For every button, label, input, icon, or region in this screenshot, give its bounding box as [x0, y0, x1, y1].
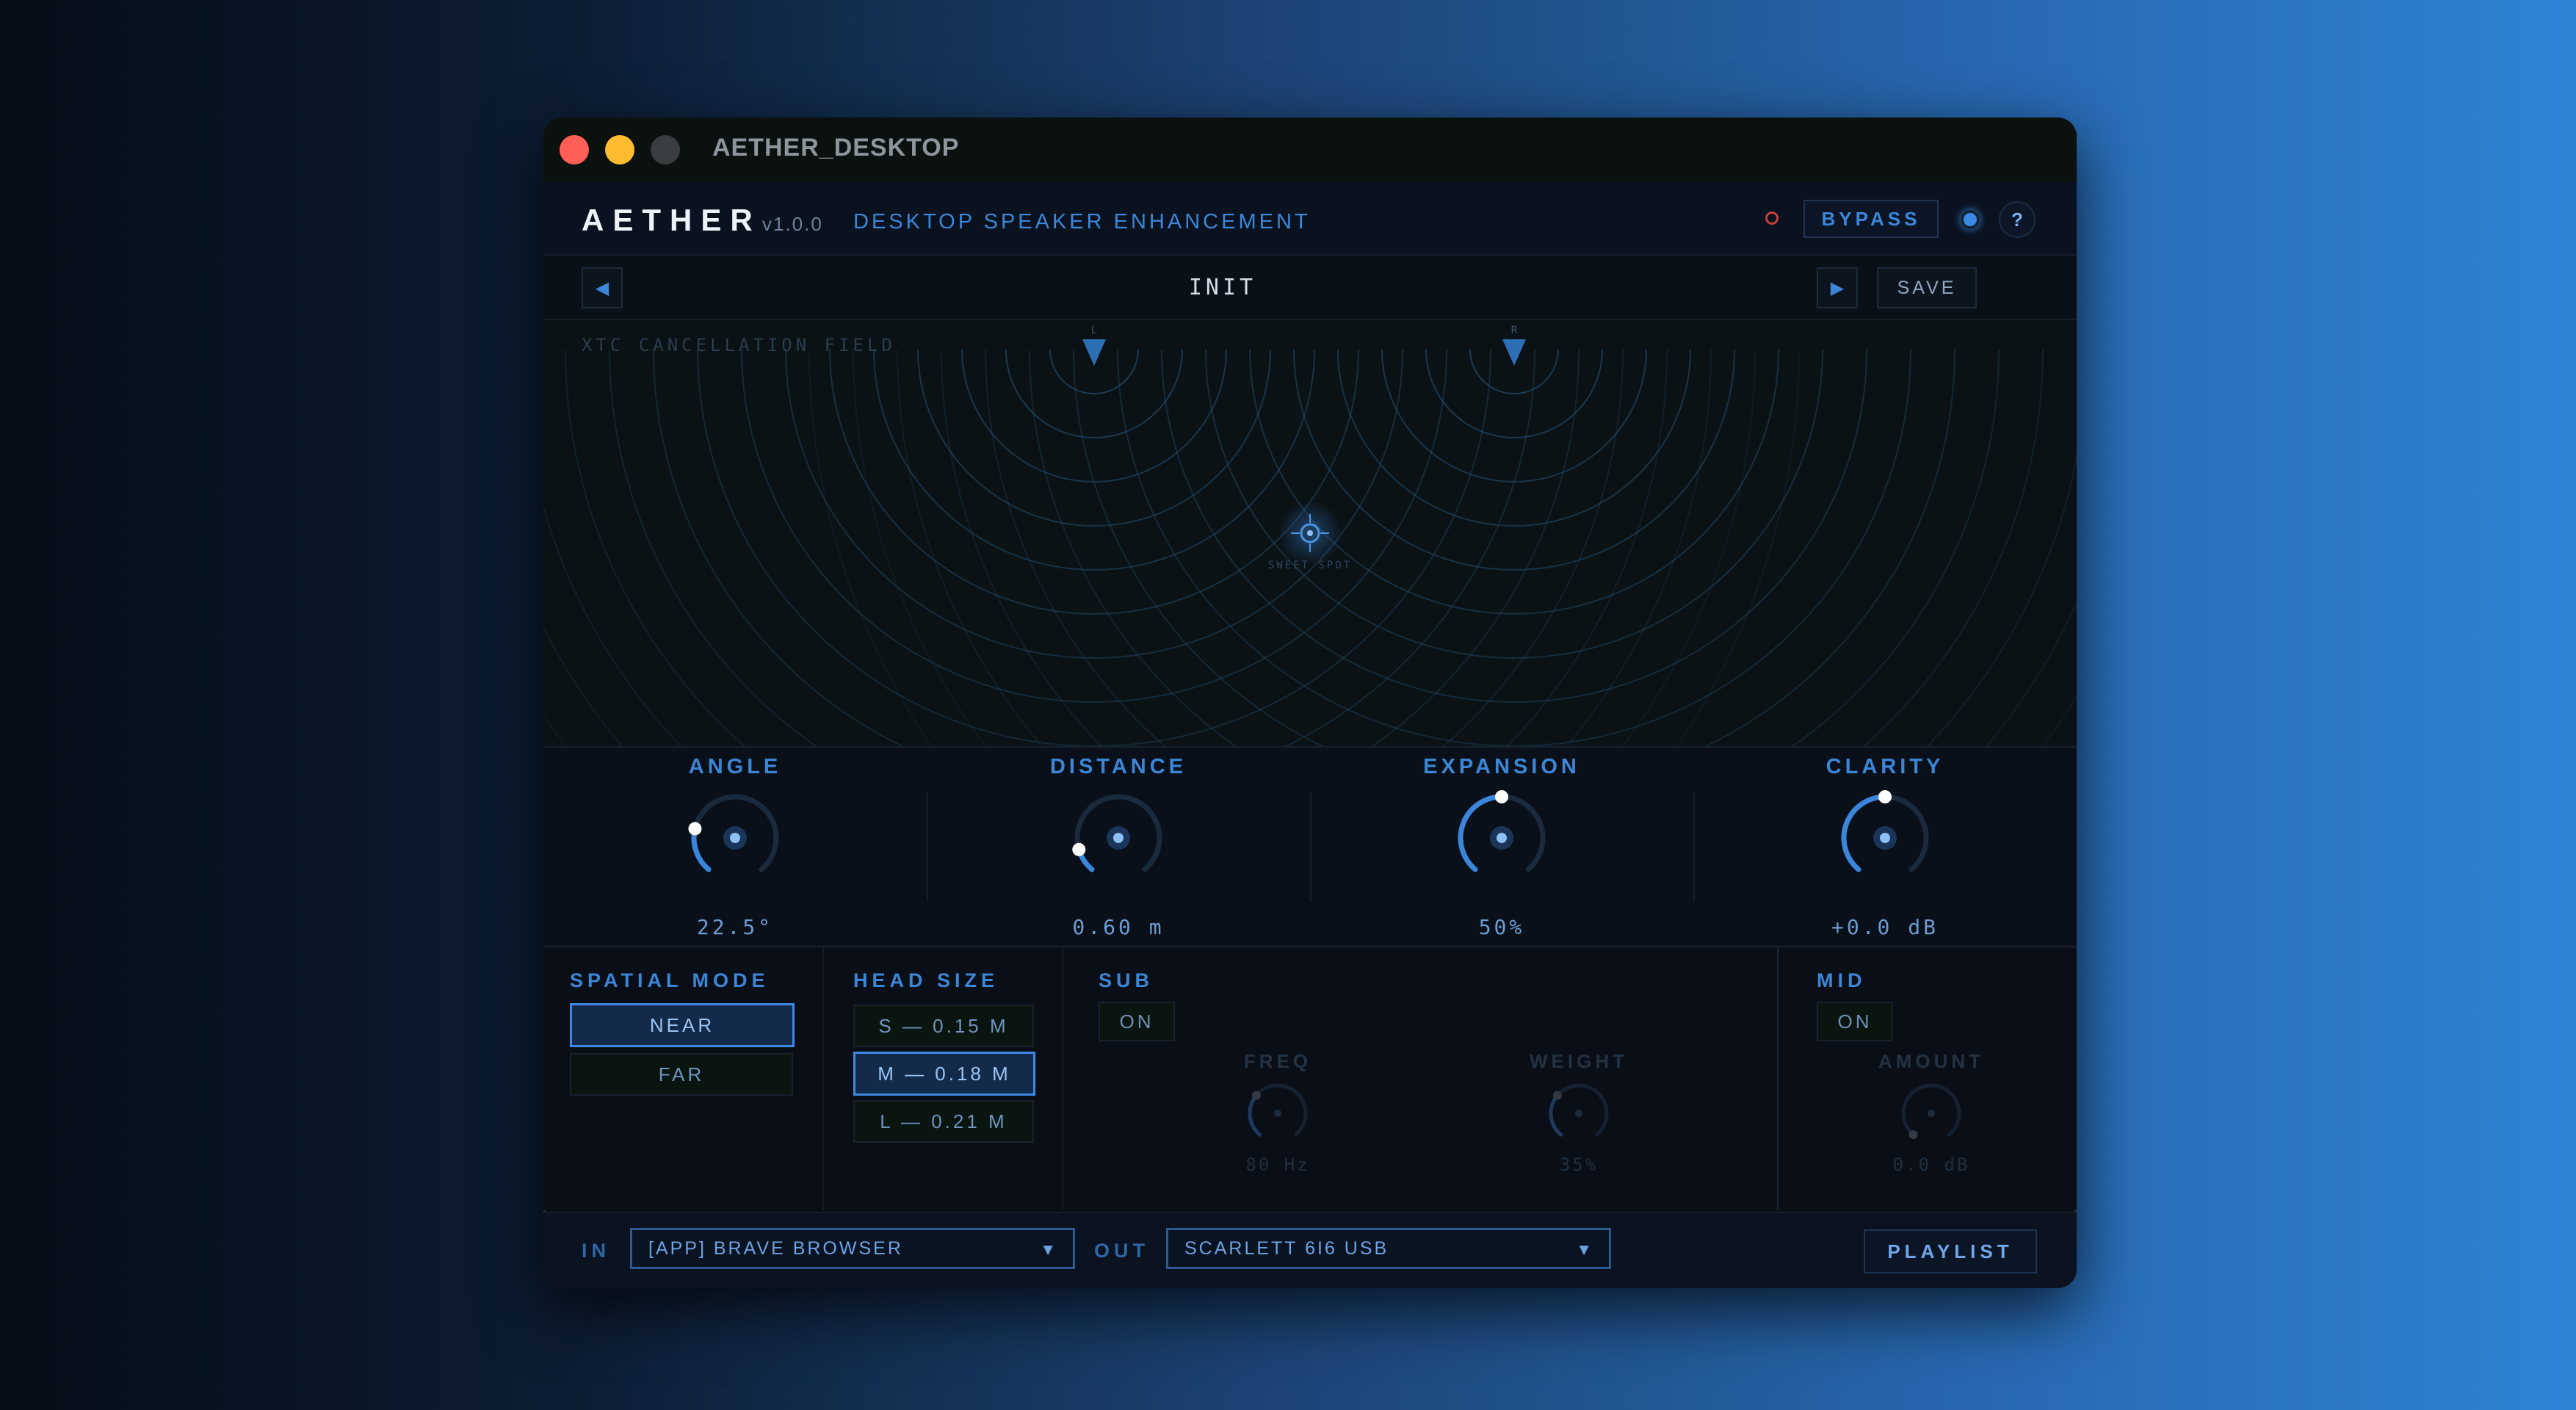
sub-freq-knob[interactable] [1242, 1078, 1313, 1149]
svg-text:L: L [1091, 325, 1097, 336]
distance-value: 0.60 m [927, 915, 1310, 939]
input-device-select[interactable]: [APP] BRAVE BROWSER ▼ [630, 1228, 1075, 1269]
power-indicator-icon[interactable] [1961, 210, 1980, 229]
divider [822, 947, 824, 1210]
xtc-cancellation-field[interactable]: XTC CANCELLATION FIELD LRSWEET SPOT [543, 320, 2077, 748]
angle-knob[interactable] [687, 790, 783, 886]
version-label: v1.0.0 [762, 213, 823, 236]
settings-panel: SPATIAL MODE NEAR FAR HEAD SIZE S — 0.15… [543, 947, 2077, 1210]
sub-freq-label: FREQ [1190, 1050, 1366, 1073]
clarity-knob-group: CLARITY +0.0 dB [1693, 748, 2077, 946]
distance-knob[interactable] [1071, 790, 1166, 886]
expansion-label: EXPANSION [1310, 755, 1693, 779]
mid-toggle-button[interactable]: ON [1817, 1002, 1893, 1041]
head-size-medium-button[interactable]: M — 0.18 M [853, 1052, 1035, 1096]
mid-amount-value: 0.0 dB [1843, 1154, 2019, 1175]
clip-indicator-icon [1765, 212, 1779, 225]
sub-weight-label: WEIGHT [1491, 1050, 1667, 1073]
window-title: AETHER_DESKTOP [712, 134, 959, 162]
sub-label: SUB [1099, 969, 1154, 992]
input-label: IN [582, 1240, 610, 1262]
distance-label: DISTANCE [927, 755, 1310, 779]
sub-weight-knob[interactable] [1544, 1078, 1614, 1149]
app-subtitle: DESKTOP SPEAKER ENHANCEMENT [853, 210, 1311, 234]
spatial-mode-near-button[interactable]: NEAR [570, 1003, 795, 1047]
angle-knob-group: ANGLE 22.5° [543, 748, 927, 946]
save-preset-button[interactable]: SAVE [1877, 267, 1977, 308]
preset-bar: ◀ INIT ▶ SAVE [543, 256, 2077, 320]
distance-knob-group: DISTANCE 0.60 m [927, 748, 1310, 946]
sweet-spot-target-icon[interactable] [1278, 501, 1342, 565]
divider [1777, 947, 1779, 1210]
sweet-spot-label: SWEET SPOT [1268, 560, 1352, 571]
clarity-label: CLARITY [1693, 755, 2077, 779]
divider [1062, 947, 1063, 1210]
plugin-window: AETHER_DESKTOP AETHER v1.0.0 DESKTOP SPE… [543, 118, 2077, 1288]
head-size-label: HEAD SIZE [853, 969, 999, 992]
wave-field-visualization: L R SWEET SPOT [543, 320, 2077, 746]
mid-amount-label: AMOUNT [1843, 1050, 2019, 1073]
chevron-down-icon: ▼ [1576, 1240, 1594, 1259]
head-size-large-button[interactable]: L — 0.21 M [853, 1100, 1034, 1143]
close-window-button[interactable] [560, 135, 589, 164]
main-knob-row: ANGLE 22.5° DISTANCE 0.60 m EXPANSION 50… [543, 748, 2077, 947]
minimize-window-button[interactable] [605, 135, 634, 164]
angle-value: 22.5° [543, 915, 927, 939]
left-speaker-icon[interactable]: L [1082, 325, 1106, 366]
svg-text:R: R [1511, 325, 1518, 336]
bypass-button[interactable]: BYPASS [1803, 200, 1939, 238]
next-preset-button[interactable]: ▶ [1817, 267, 1858, 308]
mid-amount-knob[interactable] [1896, 1078, 1967, 1149]
sub-toggle-button[interactable]: ON [1099, 1002, 1175, 1041]
help-button[interactable]: ? [1999, 201, 2036, 238]
chevron-down-icon: ▼ [1040, 1240, 1058, 1259]
expansion-value: 50% [1310, 915, 1693, 939]
spatial-mode-far-button[interactable]: FAR [570, 1053, 793, 1096]
brand-logo: AETHER [582, 203, 761, 238]
output-device-value: SCARLETT 6I6 USB [1184, 1238, 1389, 1259]
clarity-knob[interactable] [1837, 790, 1933, 886]
title-bar: AETHER_DESKTOP [543, 118, 2077, 184]
expansion-knob-group: EXPANSION 50% [1310, 748, 1693, 946]
sub-weight-value: 35% [1491, 1154, 1667, 1175]
output-device-select[interactable]: SCARLETT 6I6 USB ▼ [1166, 1228, 1611, 1269]
angle-label: ANGLE [543, 755, 927, 779]
right-speaker-icon[interactable]: R [1502, 325, 1526, 366]
io-bar: IN [APP] BRAVE BROWSER ▼ OUT SCARLETT 6I… [543, 1212, 2077, 1288]
input-device-value: [APP] BRAVE BROWSER [648, 1238, 903, 1259]
clarity-value: +0.0 dB [1693, 915, 2077, 939]
spatial-mode-label: SPATIAL MODE [570, 969, 770, 992]
expansion-knob[interactable] [1454, 790, 1549, 886]
output-label: OUT [1094, 1240, 1149, 1262]
sub-freq-value: 80 Hz [1190, 1154, 1366, 1175]
preset-name[interactable]: INIT [543, 275, 1902, 300]
maximize-window-button[interactable] [651, 135, 680, 164]
app-header: AETHER v1.0.0 DESKTOP SPEAKER ENHANCEMEN… [543, 182, 2077, 256]
mid-label: MID [1817, 969, 1867, 992]
head-size-small-button[interactable]: S — 0.15 M [853, 1005, 1034, 1047]
playlist-button[interactable]: PLAYLIST [1864, 1229, 2037, 1273]
